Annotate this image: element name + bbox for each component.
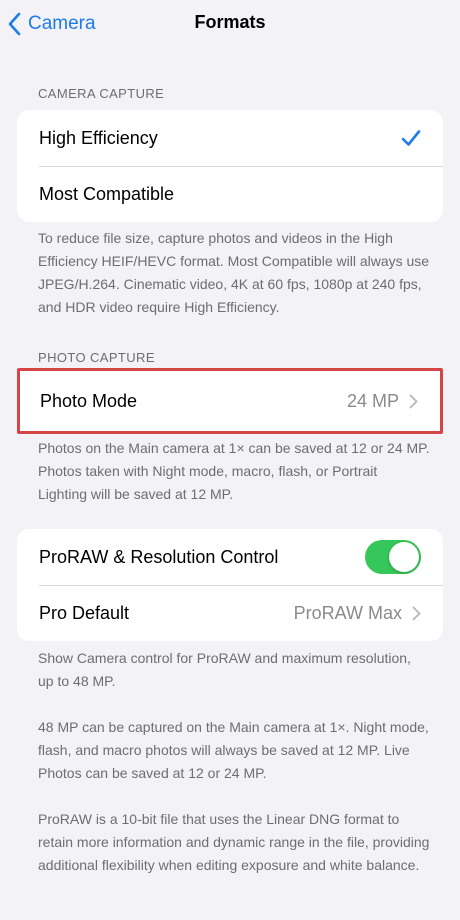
photo-mode-row[interactable]: Photo Mode 24 MP bbox=[20, 371, 440, 431]
proraw-toggle-switch[interactable] bbox=[365, 540, 421, 574]
photo-mode-label: Photo Mode bbox=[40, 390, 138, 411]
option-most-compatible[interactable]: Most Compatible bbox=[17, 166, 443, 222]
chevron-right-icon bbox=[409, 394, 418, 409]
photo-mode-value: 24 MP bbox=[346, 390, 399, 411]
proraw-footer-2: 48 MP can be captured on the Main camera… bbox=[38, 719, 429, 781]
proraw-footer-1: Show Camera control for ProRAW and maxim… bbox=[38, 650, 411, 689]
photo-mode-highlight: Photo Mode 24 MP bbox=[17, 368, 443, 434]
camera-capture-footer: To reduce file size, capture photos and … bbox=[38, 230, 430, 315]
proraw-group: ProRAW & Resolution Control Pro Default … bbox=[17, 529, 443, 641]
proraw-toggle-label: ProRAW & Resolution Control bbox=[39, 546, 279, 567]
page-title: Formats bbox=[194, 12, 266, 32]
pro-default-label: Pro Default bbox=[39, 602, 130, 623]
option-label: Most Compatible bbox=[39, 183, 175, 204]
option-label: High Efficiency bbox=[39, 127, 158, 148]
proraw-toggle-row: ProRAW & Resolution Control bbox=[17, 529, 443, 585]
chevron-right-icon bbox=[412, 606, 421, 621]
photo-capture-header: PHOTO CAPTURE bbox=[38, 350, 155, 365]
camera-capture-group: High Efficiency Most Compatible bbox=[17, 110, 443, 222]
photo-capture-footer: Photos on the Main camera at 1× can be s… bbox=[38, 440, 430, 502]
pro-default-row[interactable]: Pro Default ProRAW Max bbox=[17, 585, 443, 641]
formats-screen: Camera Formats CAMERA CAPTURE High Effic… bbox=[0, 0, 460, 920]
toggle-knob bbox=[389, 542, 419, 572]
checkmark-icon bbox=[401, 129, 421, 147]
proraw-footer-3: ProRAW is a 10-bit file that uses the Li… bbox=[38, 811, 430, 873]
pro-default-value: ProRAW Max bbox=[293, 602, 402, 623]
option-high-efficiency[interactable]: High Efficiency bbox=[17, 110, 443, 166]
navigation-bar: Camera Formats bbox=[0, 0, 460, 48]
camera-capture-header: CAMERA CAPTURE bbox=[38, 86, 165, 101]
